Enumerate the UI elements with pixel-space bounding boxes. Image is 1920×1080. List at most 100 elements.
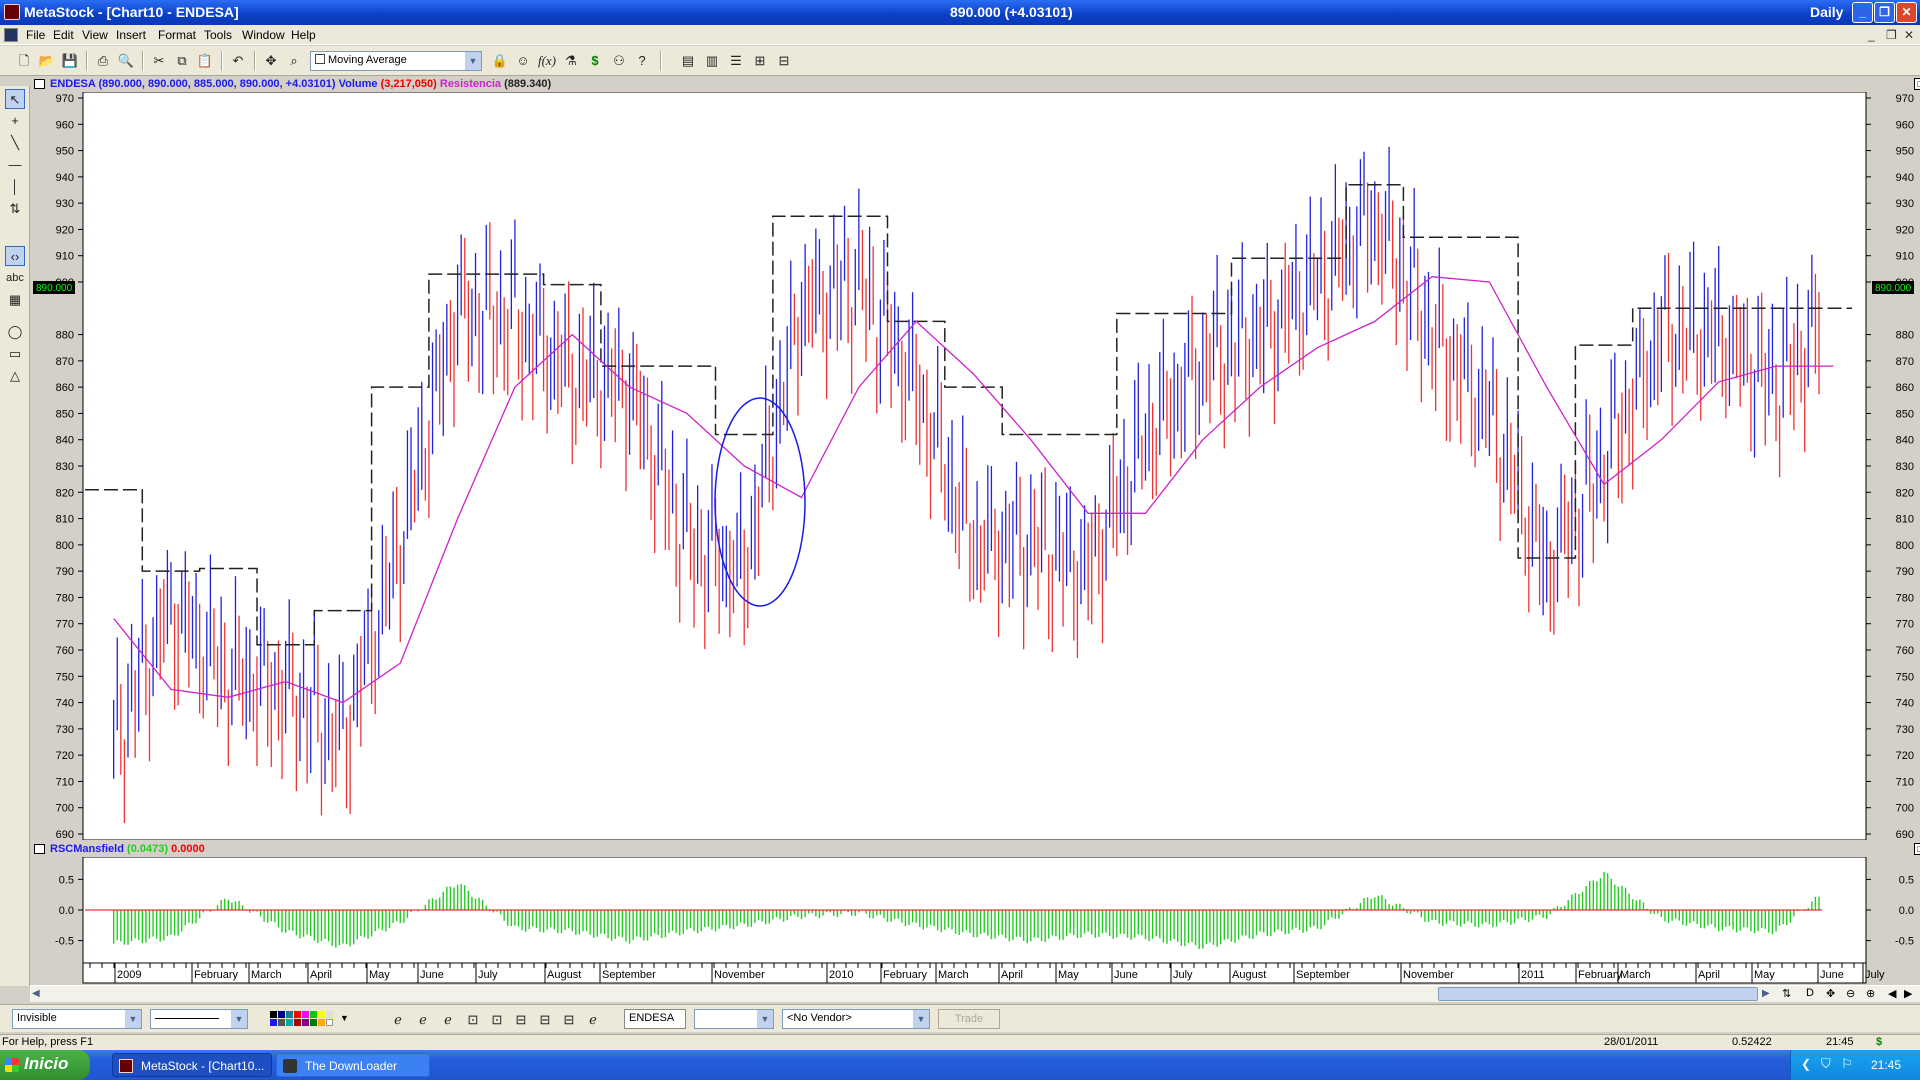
rectangle-tool-icon[interactable]: ▭ (5, 344, 25, 364)
minimize-icon[interactable]: _ (1852, 2, 1873, 23)
restore-icon[interactable]: ❐ (1874, 2, 1895, 23)
x-tick-label: August (1232, 969, 1266, 981)
menu-view[interactable]: View (82, 28, 108, 42)
menu-insert[interactable]: Insert (116, 28, 146, 42)
paste-icon[interactable]: 📋 (195, 51, 215, 71)
triangle-tool-icon[interactable]: △ (5, 366, 25, 386)
nav-d-icon[interactable]: D (1806, 987, 1814, 999)
nav-back-icon[interactable]: ◀ (1888, 987, 1896, 1000)
ie-link-4-icon[interactable]: ℯ (583, 1010, 603, 1030)
periodicity-label[interactable]: Daily (1810, 4, 1843, 20)
grid-tool-icon[interactable]: ▦ (5, 290, 25, 310)
task-downloader[interactable]: The DownLoader (276, 1053, 430, 1077)
tile-vertical-icon[interactable]: ▥ (702, 51, 722, 71)
rsc-pane-menu-icon[interactable] (34, 844, 45, 854)
menu-tools[interactable]: Tools (204, 28, 232, 42)
window-layout-1-icon[interactable]: ⊡ (463, 1010, 483, 1030)
tray-network-icon[interactable]: ⚐ (1841, 1056, 1853, 1072)
mdi-minimize-icon[interactable]: _ (1868, 28, 1875, 42)
pane-maximize-icon[interactable]: □ (1914, 78, 1920, 90)
undo-icon[interactable]: ↶ (228, 51, 248, 71)
nav-forward-icon[interactable]: ▶ (1904, 987, 1912, 1000)
save-icon[interactable]: 💾 (60, 51, 80, 71)
text-tool-icon[interactable]: abc (5, 268, 25, 288)
line-style-combo[interactable]: Invisible ▼ (12, 1009, 142, 1029)
chevron-down-icon[interactable]: ▼ (231, 1010, 247, 1028)
y-tick-label: 970 (1896, 93, 1914, 105)
scroll-thumb[interactable] (1438, 987, 1758, 1001)
line-weight-combo[interactable]: ▼ (150, 1009, 248, 1029)
menu-edit[interactable]: Edit (53, 28, 74, 42)
tray-shield-icon[interactable]: ⛉ (1821, 1056, 1831, 1072)
cascade-icon[interactable]: ▤ (678, 51, 698, 71)
pane-menu-icon[interactable] (34, 79, 45, 89)
chevron-down-icon[interactable]: ▼ (340, 1013, 349, 1023)
zoom-icon[interactable]: ⌕ (284, 51, 304, 71)
chevron-down-icon[interactable]: ▼ (913, 1010, 929, 1028)
ie-link-3-icon[interactable]: ℯ (438, 1010, 458, 1030)
start-button[interactable]: Inicio (0, 1050, 90, 1080)
ie-link-2-icon[interactable]: ℯ (413, 1010, 433, 1030)
chevron-down-icon[interactable]: ▼ (465, 52, 481, 70)
menu-format[interactable]: Format (158, 28, 196, 42)
open-icon[interactable]: 📂 (37, 51, 57, 71)
tile-grid-icon[interactable]: ⊞ (750, 51, 770, 71)
expert-icon[interactable]: ☺ (513, 51, 533, 71)
color-palette[interactable]: ▼ (270, 1011, 356, 1027)
vendor-combo[interactable]: <No Vendor> ▼ (782, 1009, 930, 1029)
horizontal-line-icon[interactable]: — (5, 155, 25, 175)
context-help-icon[interactable]: ? (632, 51, 652, 71)
trade-button[interactable]: Trade (938, 1009, 1000, 1029)
y-tick-label: 740 (56, 698, 74, 710)
chevron-down-icon[interactable]: ▼ (757, 1010, 773, 1028)
window-layout-5-icon[interactable]: ⊟ (559, 1010, 579, 1030)
chart-scrollbar[interactable]: ◀ ▶ ⇅ D ✥ ⊖ ⊕ ◀ ▶ ▣ (30, 985, 1920, 1002)
menu-file[interactable]: File (26, 28, 45, 42)
print-icon[interactable]: ⎙ (93, 51, 113, 71)
cut-icon[interactable]: ✂ (149, 51, 169, 71)
task-metastock[interactable]: MetaStock - [Chart10... (112, 1053, 272, 1077)
scroll-arrows-icon[interactable]: ‹› (5, 246, 25, 266)
ie-link-1-icon[interactable]: ℯ (388, 1010, 408, 1030)
system-tester-icon[interactable]: ⚗ (561, 51, 581, 71)
formula-icon[interactable]: f(x) (537, 51, 557, 71)
buy-sell-arrow-icon[interactable]: ⇅ (5, 199, 25, 219)
scroll-left-icon[interactable]: ◀ (32, 988, 40, 999)
rsc-pane-maximize-icon[interactable]: □ (1914, 843, 1920, 855)
scroll-right-icon[interactable]: ▶ (1762, 988, 1770, 999)
crosshair-icon[interactable]: ✥ (261, 51, 281, 71)
arrange-icon[interactable]: ⊟ (774, 51, 794, 71)
explorer-icon[interactable]: ⚇ (609, 51, 629, 71)
menu-help[interactable]: Help (291, 28, 316, 42)
vertical-line-icon[interactable]: │ (5, 177, 25, 197)
new-icon[interactable]: 🗋 (14, 51, 34, 71)
window-layout-3-icon[interactable]: ⊟ (511, 1010, 531, 1030)
rsc-chart[interactable]: 0.50.0-0.5 0.50.0-0.5 2009 February March A… (30, 857, 1920, 985)
menu-window[interactable]: Window (242, 28, 285, 42)
indicator-combo[interactable]: Moving Average ▼ (310, 51, 482, 71)
lock-icon[interactable]: 🔒 (490, 51, 510, 71)
tray-expand-icon[interactable]: ❮ (1801, 1057, 1811, 1071)
crosshair-tool-icon[interactable]: + (5, 111, 25, 131)
periodicity-combo[interactable]: ▼ (694, 1009, 774, 1029)
nav-zoom-out-icon[interactable]: ⊖ (1846, 987, 1855, 1000)
window-layout-4-icon[interactable]: ⊟ (535, 1010, 555, 1030)
dollar-icon[interactable]: $ (585, 51, 605, 71)
print-preview-icon[interactable]: 🔍 (116, 51, 136, 71)
copy-icon[interactable]: ⧉ (172, 51, 192, 71)
pointer-icon[interactable]: ↖ (5, 89, 25, 109)
mdi-restore-icon[interactable]: ❐ (1886, 28, 1897, 42)
y-tick-label: 780 (56, 592, 74, 604)
nav-sync-icon[interactable]: ⇅ (1782, 987, 1791, 1000)
nav-zoom-in-icon[interactable]: ⊕ (1866, 987, 1875, 1000)
tile-horizontal-icon[interactable]: ☰ (726, 51, 746, 71)
security-field[interactable]: ENDESA (624, 1009, 686, 1029)
ellipse-tool-icon[interactable]: ◯ (5, 322, 25, 342)
window-layout-2-icon[interactable]: ⊡ (487, 1010, 507, 1030)
nav-move-icon[interactable]: ✥ (1826, 987, 1835, 1000)
chevron-down-icon[interactable]: ▼ (125, 1010, 141, 1028)
price-chart[interactable]: 9709609509409309209109008808708608508408… (30, 92, 1920, 840)
close-icon[interactable]: ✕ (1896, 2, 1917, 23)
mdi-close-icon[interactable]: ✕ (1904, 28, 1914, 42)
trendline-icon[interactable]: ╲ (5, 133, 25, 153)
